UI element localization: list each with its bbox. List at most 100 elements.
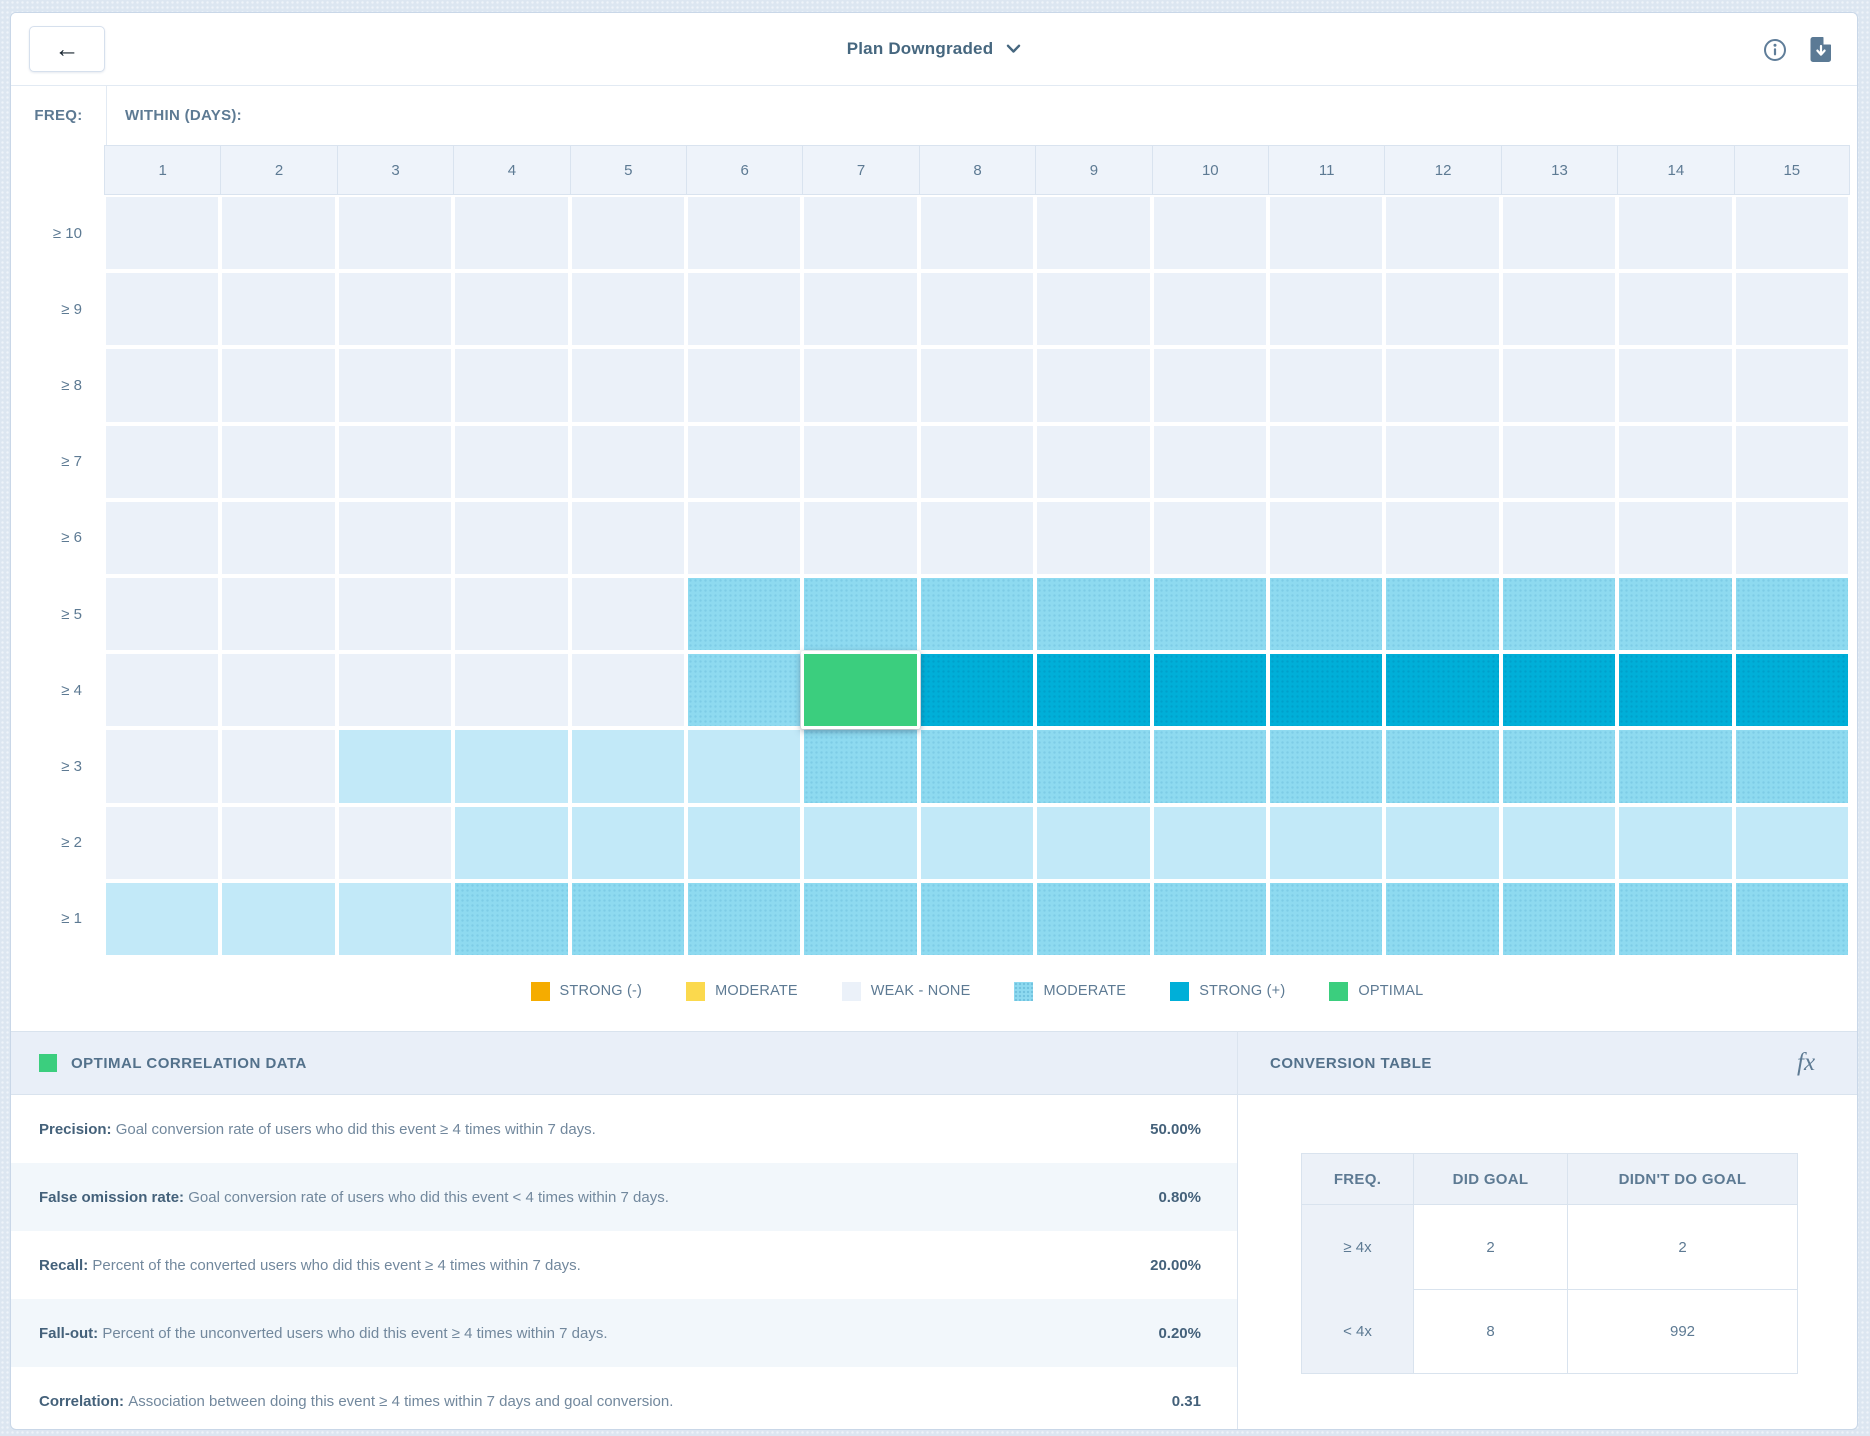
heatmap-cell[interactable]	[220, 805, 336, 881]
heatmap-cell[interactable]	[686, 805, 802, 881]
heatmap-cell[interactable]	[1035, 347, 1151, 423]
heatmap-cell[interactable]	[686, 652, 802, 728]
heatmap-cell[interactable]	[1384, 805, 1500, 881]
heatmap-cell[interactable]	[220, 195, 336, 271]
heatmap-cell[interactable]	[1501, 271, 1617, 347]
heatmap-cell[interactable]	[919, 271, 1035, 347]
heatmap-cell[interactable]	[337, 881, 453, 957]
heatmap-cell[interactable]	[1384, 424, 1500, 500]
heatmap-cell[interactable]	[1617, 271, 1733, 347]
heatmap-cell[interactable]	[1501, 424, 1617, 500]
heatmap-cell[interactable]	[453, 728, 569, 804]
heatmap-cell[interactable]	[337, 195, 453, 271]
heatmap-cell[interactable]	[802, 576, 918, 652]
heatmap-cell[interactable]	[1734, 881, 1850, 957]
heatmap-cell[interactable]	[1734, 805, 1850, 881]
heatmap-cell[interactable]	[1152, 424, 1268, 500]
heatmap-cell[interactable]	[104, 271, 220, 347]
heatmap-cell[interactable]	[686, 195, 802, 271]
heatmap-cell[interactable]	[1035, 500, 1151, 576]
heatmap-cell[interactable]	[802, 271, 918, 347]
heatmap-cell[interactable]	[1501, 576, 1617, 652]
heatmap-cell[interactable]	[1501, 500, 1617, 576]
event-selector-dropdown[interactable]: Plan Downgraded	[11, 13, 1857, 85]
heatmap-cell[interactable]	[1617, 500, 1733, 576]
heatmap-cell[interactable]	[337, 652, 453, 728]
heatmap-cell[interactable]	[453, 500, 569, 576]
heatmap-cell[interactable]	[1617, 576, 1733, 652]
heatmap-cell[interactable]	[919, 652, 1035, 728]
heatmap-cell[interactable]	[919, 347, 1035, 423]
heatmap-cell[interactable]	[802, 424, 918, 500]
heatmap-cell[interactable]	[686, 500, 802, 576]
heatmap-cell[interactable]	[570, 728, 686, 804]
heatmap-cell[interactable]	[1501, 805, 1617, 881]
heatmap-cell[interactable]	[1734, 271, 1850, 347]
heatmap-cell[interactable]	[1501, 728, 1617, 804]
heatmap-cell[interactable]	[570, 500, 686, 576]
heatmap-cell[interactable]	[453, 347, 569, 423]
heatmap-cell[interactable]	[1152, 347, 1268, 423]
heatmap-cell[interactable]	[570, 424, 686, 500]
heatmap-cell[interactable]	[1617, 805, 1733, 881]
heatmap-cell[interactable]	[453, 195, 569, 271]
heatmap-cell[interactable]	[1734, 500, 1850, 576]
heatmap-cell[interactable]	[104, 728, 220, 804]
heatmap-cell[interactable]	[570, 271, 686, 347]
heatmap-cell[interactable]	[1501, 652, 1617, 728]
heatmap-cell[interactable]	[919, 576, 1035, 652]
heatmap-cell[interactable]	[919, 424, 1035, 500]
heatmap-cell[interactable]	[104, 347, 220, 423]
heatmap-cell[interactable]	[802, 500, 918, 576]
heatmap-cell[interactable]	[104, 805, 220, 881]
heatmap-cell[interactable]	[919, 728, 1035, 804]
heatmap-cell[interactable]	[1384, 500, 1500, 576]
heatmap-cell[interactable]	[919, 881, 1035, 957]
heatmap-cell[interactable]	[453, 576, 569, 652]
heatmap-cell[interactable]	[1152, 500, 1268, 576]
heatmap-cell[interactable]	[220, 271, 336, 347]
heatmap-cell[interactable]	[1734, 728, 1850, 804]
heatmap-cell[interactable]	[1384, 195, 1500, 271]
back-button[interactable]: ←	[29, 26, 105, 72]
heatmap-cell[interactable]	[1268, 805, 1384, 881]
heatmap-cell[interactable]	[337, 805, 453, 881]
heatmap-cell[interactable]	[104, 500, 220, 576]
heatmap-cell[interactable]	[1617, 347, 1733, 423]
heatmap-cell[interactable]	[104, 652, 220, 728]
heatmap-cell[interactable]	[1617, 652, 1733, 728]
heatmap-cell[interactable]	[570, 347, 686, 423]
heatmap-cell[interactable]	[1035, 195, 1151, 271]
heatmap-cell[interactable]	[1035, 271, 1151, 347]
heatmap-cell[interactable]	[104, 576, 220, 652]
heatmap-cell[interactable]	[220, 728, 336, 804]
heatmap-cell[interactable]	[1268, 424, 1384, 500]
heatmap-cell[interactable]	[1268, 271, 1384, 347]
heatmap-cell[interactable]	[802, 805, 918, 881]
heatmap-cell[interactable]	[337, 728, 453, 804]
heatmap-cell[interactable]	[1152, 728, 1268, 804]
heatmap-cell[interactable]	[1384, 271, 1500, 347]
heatmap-cell[interactable]	[686, 271, 802, 347]
heatmap-cell[interactable]	[220, 500, 336, 576]
heatmap-cell[interactable]	[337, 576, 453, 652]
heatmap-cell[interactable]	[1734, 195, 1850, 271]
heatmap-cell[interactable]	[1268, 500, 1384, 576]
heatmap-cell[interactable]	[1501, 195, 1617, 271]
heatmap-cell[interactable]	[104, 881, 220, 957]
heatmap-cell[interactable]	[919, 195, 1035, 271]
heatmap-cell[interactable]	[220, 576, 336, 652]
heatmap-cell[interactable]	[1268, 728, 1384, 804]
heatmap-cell[interactable]	[1268, 576, 1384, 652]
heatmap-cell[interactable]	[802, 881, 918, 957]
heatmap-cell[interactable]	[1384, 652, 1500, 728]
heatmap-cell[interactable]	[337, 347, 453, 423]
heatmap-cell[interactable]	[1152, 576, 1268, 652]
heatmap-cell[interactable]	[220, 881, 336, 957]
heatmap-cell[interactable]	[104, 424, 220, 500]
heatmap-cell[interactable]	[453, 271, 569, 347]
heatmap-cell[interactable]	[337, 424, 453, 500]
heatmap-cell[interactable]	[1384, 347, 1500, 423]
heatmap-cell[interactable]	[919, 500, 1035, 576]
heatmap-cell[interactable]	[1268, 652, 1384, 728]
